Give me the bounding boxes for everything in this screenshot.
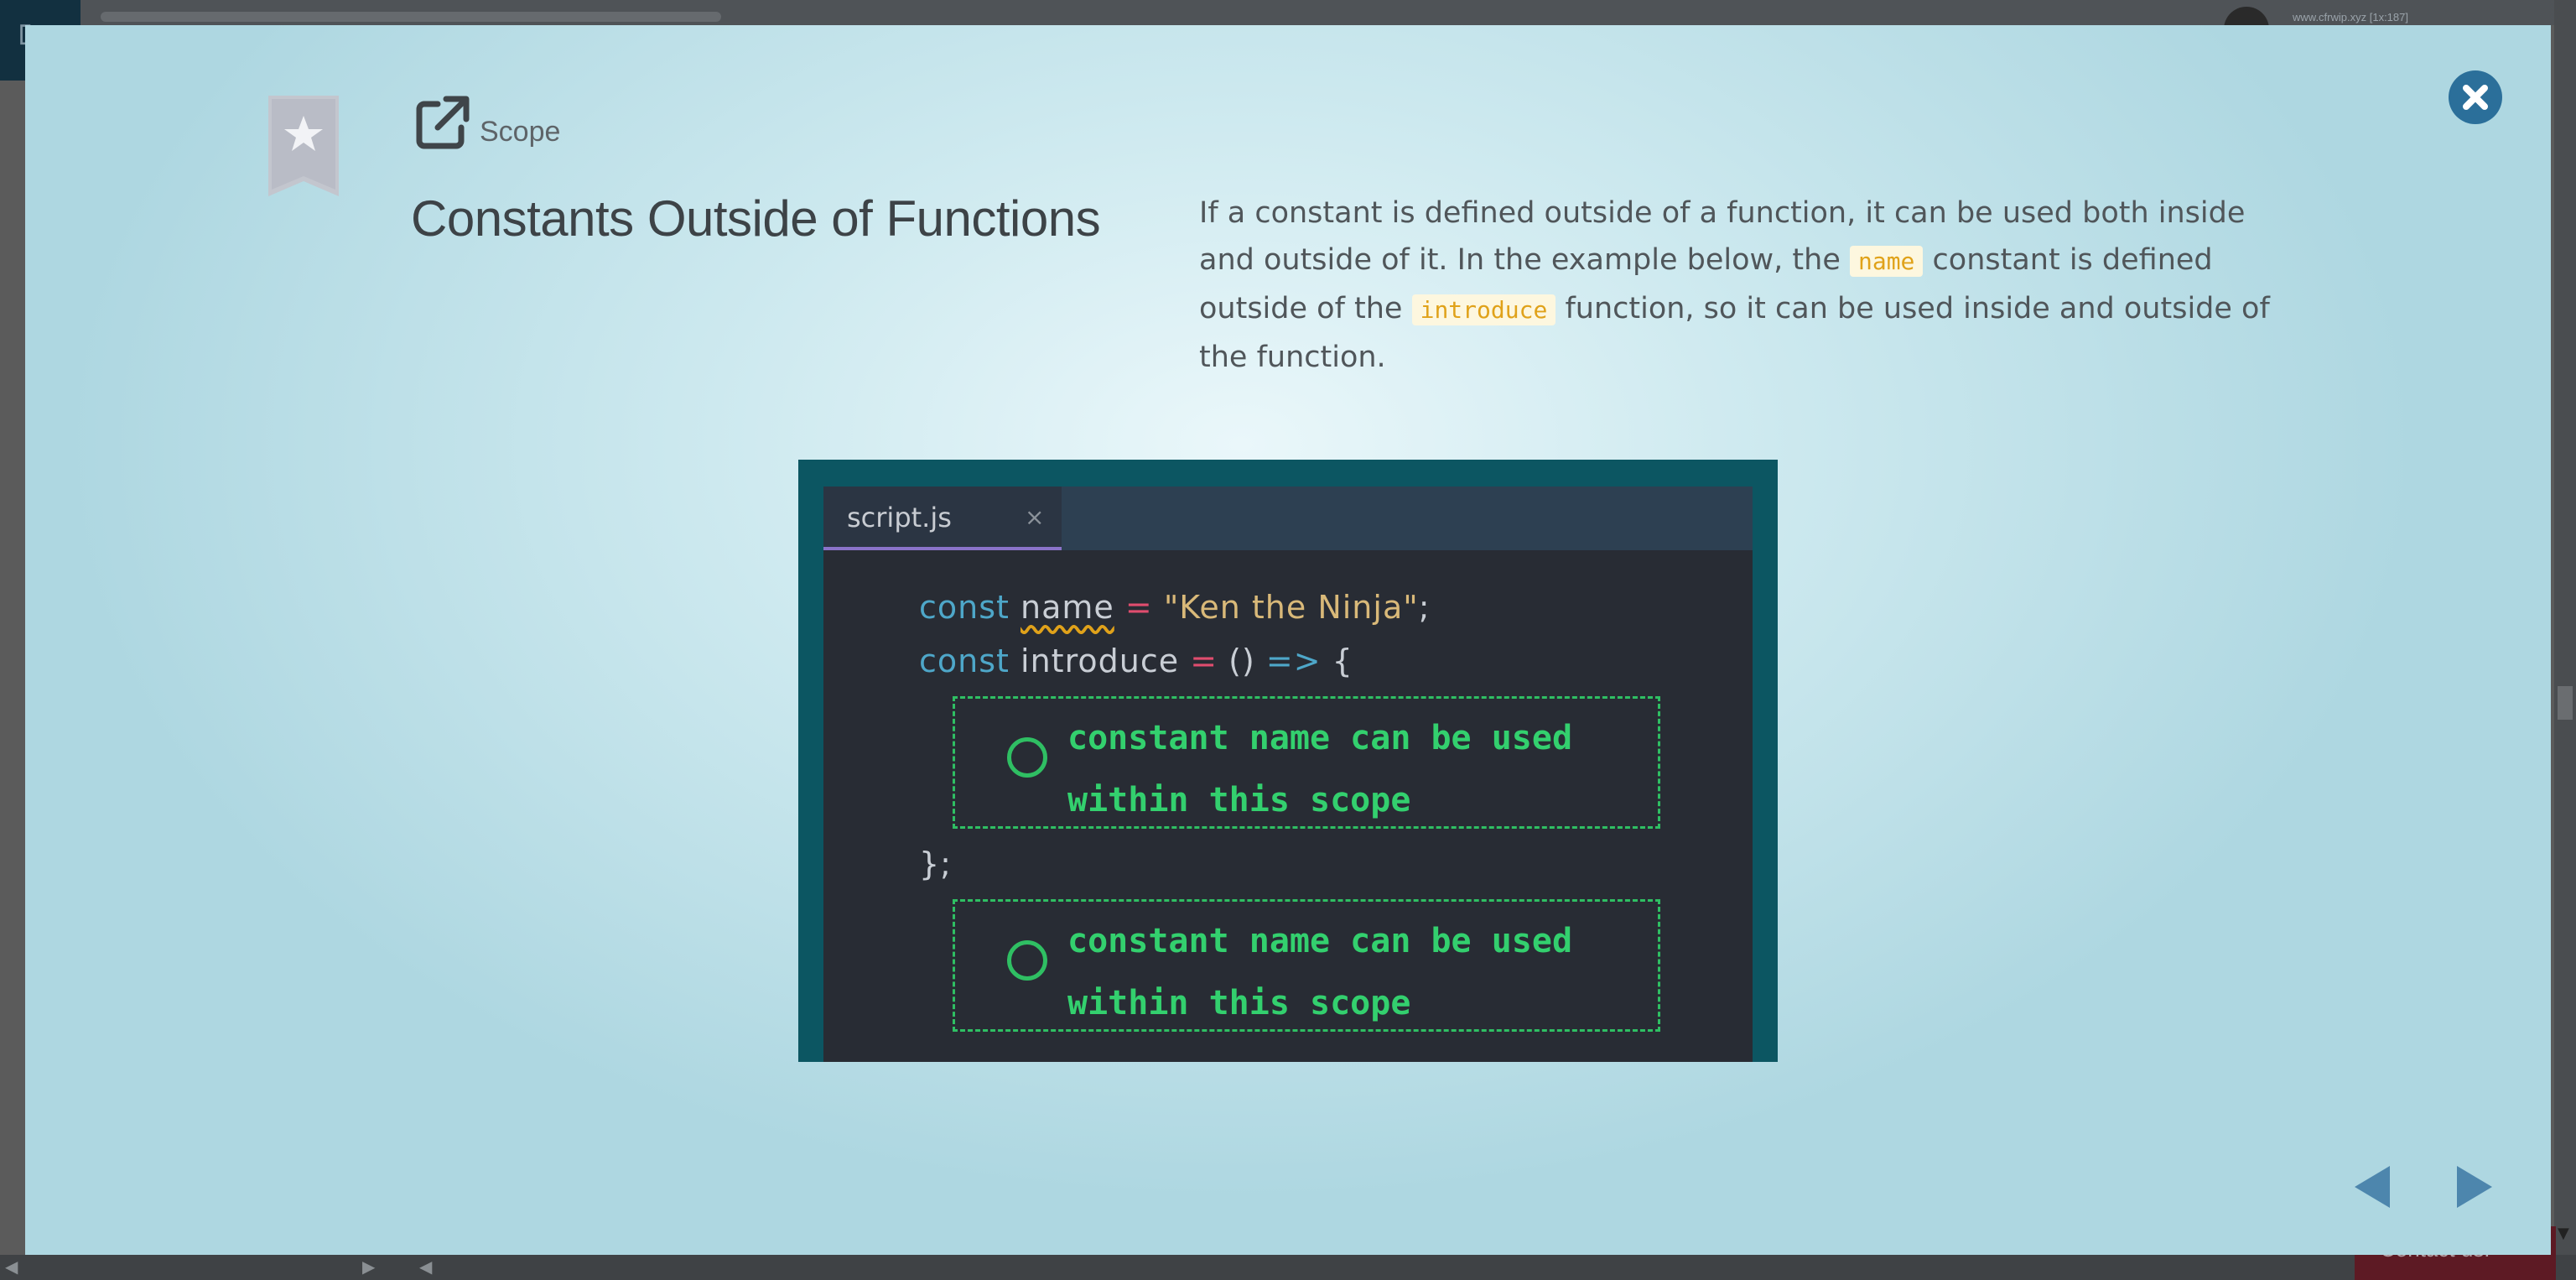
close-button[interactable]: [2449, 70, 2502, 124]
next-slide-button[interactable]: [2455, 1164, 2494, 1210]
code-line-1: const name = "Ken the Ninja";: [919, 589, 1431, 626]
background-url-bar: [101, 12, 721, 22]
annotation-text-inner: constant name can be used within this sc…: [1067, 719, 1573, 820]
tab-label: script.js: [847, 502, 952, 533]
operator-equals: =: [1124, 589, 1153, 626]
background-bottom-bar: ◀ ▶ ◀: [0, 1255, 2576, 1280]
page-scrollbar[interactable]: ▼: [2554, 0, 2576, 1280]
circle-ok-icon-2: [1007, 940, 1047, 981]
triangle-left-icon: [2355, 1166, 2390, 1208]
external-link-icon[interactable]: [413, 92, 473, 153]
scope-annotation-outer: constant name can be used within this sc…: [953, 899, 1660, 1032]
scrollbar-thumb[interactable]: [2558, 686, 2573, 720]
parens: (): [1228, 643, 1255, 679]
code-line-3: };: [919, 846, 952, 882]
code-line-2: const introduce = () => {: [919, 643, 1353, 679]
semicolon: ;: [1418, 589, 1431, 626]
slide-modal: Scope Constants Outside of Functions If …: [25, 25, 2551, 1255]
tab-close-icon[interactable]: ×: [1025, 503, 1044, 531]
inline-code-introduce: introduce: [1411, 294, 1556, 325]
background-site-label: www.cfrwip.xyz [1x:187]: [2293, 11, 2408, 23]
circle-ok-icon: [1007, 737, 1047, 778]
inline-code-name: name: [1849, 246, 1924, 277]
lesson-name: Scope: [480, 116, 561, 148]
open-brace: {: [1332, 643, 1353, 679]
arrow-operator: =>: [1265, 643, 1322, 679]
triangle-right-icon: [2457, 1166, 2492, 1208]
identifier-name: name: [1021, 589, 1114, 626]
previous-slide-button[interactable]: [2353, 1164, 2392, 1210]
slide-title: Constants Outside of Functions: [411, 190, 1101, 247]
editor-tab-bar: script.js ×: [823, 487, 1753, 550]
scroll-right-icon[interactable]: ▶: [362, 1257, 375, 1277]
code-illustration: script.js × const name = "Ken the Ninja"…: [798, 460, 1778, 1062]
scroll-left-icon[interactable]: ◀: [5, 1257, 18, 1277]
annotation-text-outer: constant name can be used within this sc…: [1067, 922, 1573, 1022]
operator-equals-2: =: [1190, 643, 1218, 679]
string-literal: "Ken the Ninja": [1163, 589, 1419, 626]
tab-script-js[interactable]: script.js ×: [823, 487, 1062, 550]
keyword-const-2: const: [919, 643, 1010, 679]
scope-annotation-inner: constant name can be used within this sc…: [953, 696, 1660, 829]
keyword-const: const: [919, 589, 1010, 626]
close-icon: [2463, 85, 2488, 110]
code-editor: script.js × const name = "Ken the Ninja"…: [823, 487, 1753, 1062]
bookmark-star-icon: [268, 96, 339, 196]
scroll-down-icon[interactable]: ▼: [2558, 1225, 2569, 1242]
scroll-left-icon-2[interactable]: ◀: [419, 1257, 432, 1277]
bookmark-button[interactable]: [268, 96, 339, 196]
slide-description: If a constant is defined outside of a fu…: [1199, 190, 2289, 381]
identifier-introduce: introduce: [1021, 643, 1180, 679]
